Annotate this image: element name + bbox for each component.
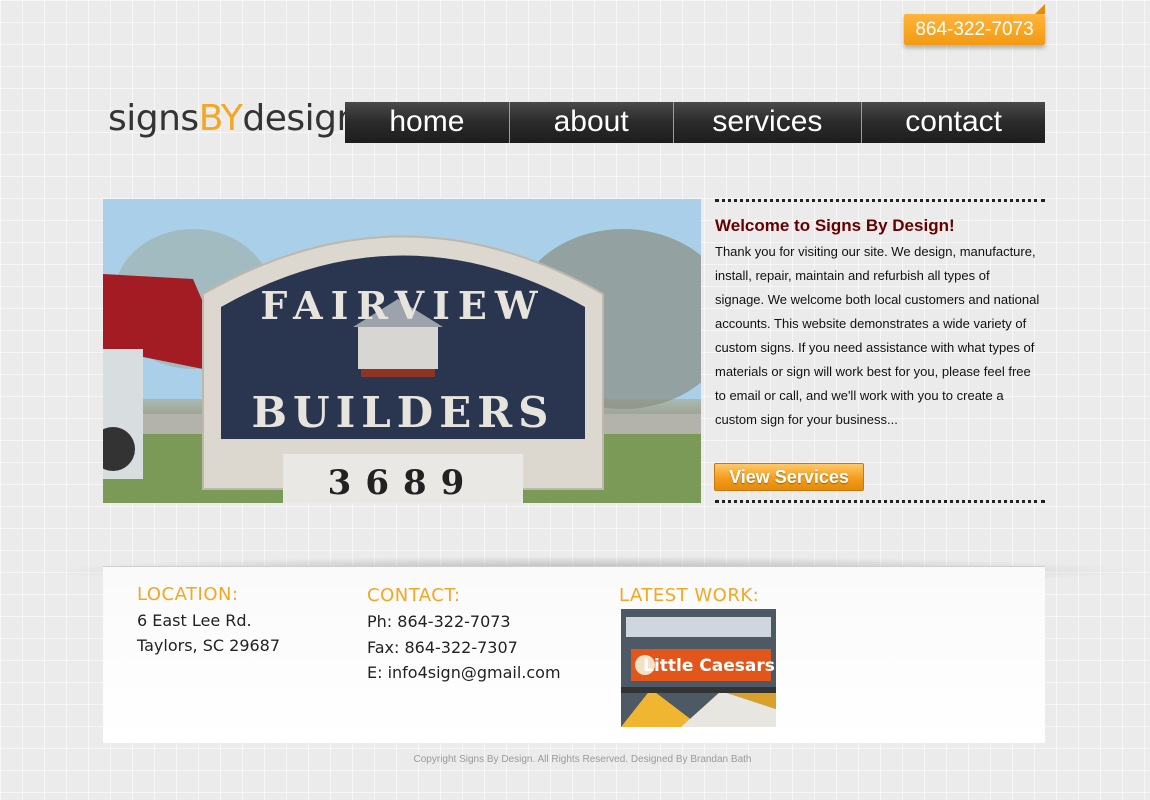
site-logo[interactable]: signsBYdesign bbox=[108, 98, 359, 139]
sign-line-2: BUILDERS bbox=[252, 388, 555, 437]
main-nav: home about services contact bbox=[345, 102, 1045, 143]
dotted-divider-top bbox=[715, 199, 1045, 202]
sign-line-1: FAIRVIEW bbox=[260, 283, 545, 328]
latest-work-heading: LATEST WORK: bbox=[619, 585, 760, 606]
dotted-divider-bottom bbox=[715, 500, 1045, 503]
welcome-text: Thank you for visiting our site. We desi… bbox=[715, 244, 1040, 427]
contact-email[interactable]: E: info4sign@gmail.com bbox=[367, 660, 561, 685]
latest-work-thumbnail[interactable]: Little Caesars bbox=[621, 609, 776, 727]
logo-signs: signs bbox=[108, 98, 199, 139]
fairview-sign-photo: FAIRVIEW BUILDERS 3689 bbox=[103, 199, 701, 503]
little-caesars-photo: Little Caesars bbox=[621, 609, 776, 727]
contact-heading: CONTACT: bbox=[367, 585, 461, 606]
contact-phone: Ph: 864-322-7073 bbox=[367, 612, 511, 631]
hero-image: FAIRVIEW BUILDERS 3689 bbox=[103, 199, 701, 503]
view-services-button[interactable]: View Services bbox=[714, 463, 864, 491]
location-heading: LOCATION: bbox=[137, 584, 239, 605]
nav-contact[interactable]: contact bbox=[862, 102, 1045, 143]
little-caesars-text: Little Caesars bbox=[643, 656, 775, 676]
nav-home[interactable]: home bbox=[345, 102, 510, 143]
logo-by: BY bbox=[198, 98, 243, 139]
phone-number-badge[interactable]: 864-322-7073 bbox=[904, 4, 1045, 45]
nav-services[interactable]: services bbox=[674, 102, 863, 143]
logo-design: design bbox=[242, 98, 359, 139]
copyright-text: Copyright Signs By Design. All Rights Re… bbox=[413, 754, 752, 765]
welcome-title: Welcome to Signs By Design! bbox=[715, 216, 955, 235]
sign-number: 3689 bbox=[328, 463, 479, 503]
address-line-2: Taylors, SC 29687 bbox=[137, 636, 281, 655]
address-line-1: 6 East Lee Rd. bbox=[137, 611, 252, 630]
contact-fax: Fax: 864-322-7307 bbox=[367, 638, 518, 657]
nav-about[interactable]: about bbox=[510, 102, 674, 143]
